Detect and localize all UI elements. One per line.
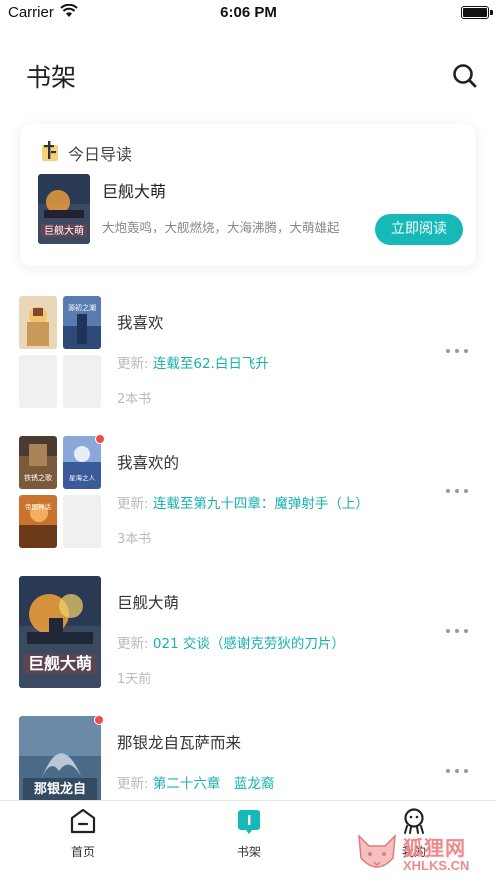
shelf-item-title: 我喜欢 xyxy=(117,314,164,332)
book-count: 3本书 xyxy=(117,532,152,547)
read-now-button[interactable]: 立即阅读 xyxy=(375,214,463,245)
book-mark-icon xyxy=(42,141,58,161)
update-chapter: 021 交谈（感谢克劳狄的刀片） xyxy=(152,636,345,652)
empty-cover-slot xyxy=(63,355,101,408)
update-chapter: 第二十六章 蓝龙裔 xyxy=(152,776,275,792)
tab-home[interactable]: 首页 xyxy=(43,807,123,859)
shelf-group-item[interactable]: 源初之潮 我喜欢 更新: 连载至62.白日飞升 2本书 xyxy=(0,296,497,416)
update-info: 更新: 连载至第九十四章：魔弹射手（上） xyxy=(117,492,369,512)
update-label: 更新: xyxy=(117,636,149,652)
update-info: 更新: 连载至62.白日飞升 xyxy=(117,352,269,372)
book-cover[interactable]: 巨舰大萌 xyxy=(38,174,90,244)
book-cover: 帝国神话 xyxy=(19,495,57,548)
watermark: 狐狸网 XHLKS.CN xyxy=(355,830,495,878)
cover-title-text: 那银龙自 xyxy=(34,781,86,797)
more-icon[interactable] xyxy=(446,626,470,636)
clock: 6:06 PM xyxy=(220,4,277,21)
shelf-book-item[interactable]: 那银龙自 那银龙自瓦萨而来 更新: 第二十六章 蓝龙裔 xyxy=(0,716,497,800)
today-book-description: 大炮轰鸣，大舰燃烧，大海沸腾，大萌雄起 xyxy=(102,220,340,235)
tab-bookshelf[interactable]: 书架 xyxy=(209,807,289,859)
watermark-name: 狐狸网 xyxy=(403,836,466,860)
book-cover: 铁锈之歌 xyxy=(19,436,57,489)
update-label: 更新: xyxy=(117,776,149,792)
cover-grid: 源初之潮 xyxy=(19,296,101,408)
new-update-badge xyxy=(95,434,105,444)
cover-title-text: 铁锈之歌 xyxy=(24,473,52,482)
search-icon[interactable] xyxy=(451,62,479,90)
empty-cover-slot xyxy=(19,355,57,408)
battery-icon xyxy=(461,6,493,19)
update-chapter: 连载至62.白日飞升 xyxy=(152,356,269,372)
book-count: 2本书 xyxy=(117,392,152,407)
today-book-title[interactable]: 巨舰大萌 xyxy=(102,178,166,202)
book-cover xyxy=(19,296,57,349)
update-chapter: 连载至第九十四章：魔弹射手（上） xyxy=(152,496,369,512)
update-label: 更新: xyxy=(117,356,149,372)
bookshelf-icon xyxy=(238,810,260,834)
more-icon[interactable] xyxy=(446,486,470,496)
new-update-badge xyxy=(94,716,104,725)
book-cover: 巨舰大萌 xyxy=(19,576,101,688)
cover-title-text: 巨舰大萌 xyxy=(44,224,84,237)
shelf-item-title: 我喜欢的 xyxy=(117,454,180,472)
book-cover: 那银龙自 xyxy=(19,716,101,800)
update-label: 更新: xyxy=(117,496,149,512)
status-bar: Carrier 6:06 PM xyxy=(0,0,497,26)
shelf-group-item[interactable]: 铁锈之歌 星海之人 帝国神话 我喜欢的 更新: 连载至第九十四章：魔弹射手（上） xyxy=(0,434,497,556)
book-cover: 源初之潮 xyxy=(63,296,101,349)
update-info: 更新: 021 交谈（感谢克劳狄的刀片） xyxy=(117,632,345,652)
cover-grid: 铁锈之歌 星海之人 帝国神话 xyxy=(19,434,105,548)
today-label: 今日导读 xyxy=(68,145,133,164)
update-info: 更新: 第二十六章 蓝龙裔 xyxy=(117,772,274,792)
more-icon[interactable] xyxy=(446,766,470,776)
fox-logo-icon xyxy=(358,834,396,868)
home-icon xyxy=(70,808,96,834)
shelf-item-title: 巨舰大萌 xyxy=(117,594,180,612)
more-icon[interactable] xyxy=(446,346,470,356)
tab-home-label: 首页 xyxy=(70,845,95,859)
last-read-time: 1天前 xyxy=(117,672,152,687)
tab-bookshelf-label: 书架 xyxy=(236,845,261,859)
shelf-item-title: 那银龙自瓦萨而来 xyxy=(117,734,242,752)
cover-title-text: 源初之潮 xyxy=(68,303,96,312)
book-cover: 星海之人 xyxy=(63,436,101,489)
today-recommend-card[interactable]: 今日导读 巨舰大萌 巨舰大萌 大炮轰鸣，大舰燃烧，大海沸腾，大萌雄起 立即阅读 xyxy=(20,124,476,266)
empty-cover-slot xyxy=(63,495,101,548)
cover-title-text: 巨舰大萌 xyxy=(28,654,92,673)
shelf-book-item[interactable]: 巨舰大萌 巨舰大萌 更新: 021 交谈（感谢克劳狄的刀片） 1天前 xyxy=(0,576,497,696)
watermark-url: XHLKS.CN xyxy=(403,858,470,873)
page-title: 书架 xyxy=(26,63,77,92)
cover-title-text: 星海之人 xyxy=(69,473,96,482)
cover-title-text: 帝国神话 xyxy=(25,502,52,511)
